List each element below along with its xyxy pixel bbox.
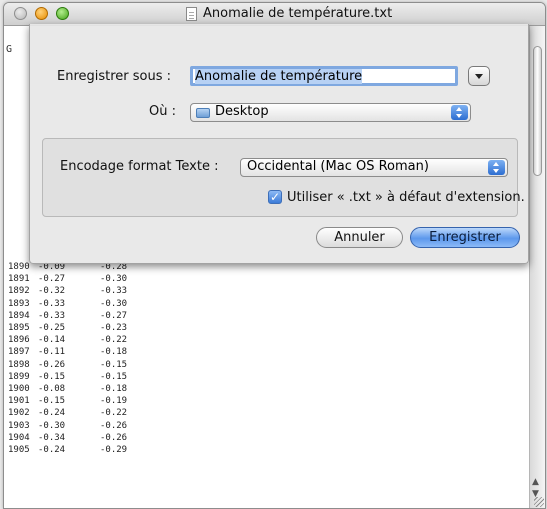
year-cell: 1905 bbox=[8, 445, 30, 455]
anomaly-cell: -0.26 bbox=[100, 432, 128, 443]
anomaly-cell: -0.15 bbox=[100, 371, 128, 382]
txt-extension-label: Utiliser « .txt » à défaut d'extension. bbox=[287, 190, 525, 205]
anomaly-cell: -0.14 bbox=[38, 335, 66, 346]
anomaly-cell: -0.08 bbox=[38, 384, 66, 394]
year-cell: 1898 bbox=[8, 359, 30, 370]
save-as-label: Enregistrer sous : bbox=[57, 69, 172, 84]
year-cell: 1902 bbox=[8, 408, 30, 419]
where-label: Où : bbox=[149, 104, 176, 119]
anomaly-cell: -0.32 bbox=[38, 286, 66, 297]
filename-field[interactable]: Anomalie de température bbox=[190, 66, 458, 86]
document-first-char: G bbox=[6, 44, 13, 55]
anomaly-cell: -0.24 bbox=[38, 408, 66, 419]
minimize-window-button[interactable] bbox=[35, 7, 48, 20]
anomaly-cell: -0.27 bbox=[38, 274, 66, 285]
anomaly-cell: -0.26 bbox=[100, 420, 128, 431]
window-title: Anomalie de température.txt bbox=[203, 6, 393, 21]
where-value: Desktop bbox=[215, 104, 269, 119]
folder-icon bbox=[196, 108, 210, 118]
vertical-scrollbar[interactable]: ▲ ▼ bbox=[529, 26, 545, 508]
cancel-button[interactable]: Annuler bbox=[316, 227, 403, 248]
year-cell: 1896 bbox=[8, 335, 30, 346]
scrollbar-thumb[interactable] bbox=[533, 46, 542, 176]
txt-extension-checkbox[interactable]: ✓ bbox=[268, 190, 282, 204]
year-cell: 1903 bbox=[8, 420, 30, 431]
filename-value: Anomalie de température bbox=[195, 69, 363, 84]
anomaly-cell: -0.11 bbox=[38, 347, 66, 358]
anomaly-cell: -0.15 bbox=[100, 359, 128, 370]
zoom-window-button[interactable] bbox=[56, 7, 69, 20]
close-window-button[interactable] bbox=[14, 7, 27, 20]
popup-stepper-icon bbox=[451, 105, 468, 120]
anomaly-cell: -0.34 bbox=[38, 432, 66, 443]
resize-grip-icon[interactable] bbox=[534, 497, 544, 507]
encoding-value: Occidental (Mac OS Roman) bbox=[247, 159, 429, 174]
popup-stepper-icon bbox=[488, 160, 505, 175]
anomaly-cell: -0.30 bbox=[100, 298, 128, 309]
anomaly-cell: -0.29 bbox=[100, 445, 128, 455]
anomaly-cell: -0.19 bbox=[100, 396, 128, 407]
year-cell: 1904 bbox=[8, 432, 30, 443]
expand-dialog-button[interactable] bbox=[468, 66, 490, 86]
year-cell: 1891 bbox=[8, 274, 30, 285]
document-icon bbox=[186, 7, 197, 21]
year-cell: 1895 bbox=[8, 323, 30, 333]
save-sheet: Enregistrer sous : Anomalie de températu… bbox=[29, 24, 529, 264]
anomaly-cell: -0.26 bbox=[38, 359, 66, 370]
anomaly-cell: -0.23 bbox=[100, 323, 128, 333]
anomaly-cell: -0.33 bbox=[38, 310, 66, 321]
year-cell: 1893 bbox=[8, 298, 30, 309]
year-cell: 1890 bbox=[8, 262, 30, 272]
title-bar[interactable]: Anomalie de température.txt bbox=[4, 3, 545, 26]
anomaly-cell: -0.30 bbox=[100, 274, 128, 285]
anomaly-cell: -0.22 bbox=[100, 408, 128, 419]
year-cell: 1897 bbox=[8, 347, 30, 358]
anomaly-cell: -0.30 bbox=[38, 420, 66, 431]
year-cell: 1899 bbox=[8, 371, 30, 382]
year-cell: 1900 bbox=[8, 384, 30, 394]
anomaly-cell: -0.24 bbox=[38, 445, 66, 455]
encoding-label: Encodage format Texte : bbox=[60, 159, 219, 174]
encoding-options-group: Encodage format Texte : Occidental (Mac … bbox=[42, 138, 525, 217]
anomaly-cell: -0.33 bbox=[100, 286, 128, 297]
anomaly-cell: -0.18 bbox=[100, 384, 128, 394]
year-cell: 1894 bbox=[8, 310, 30, 321]
year-cell: 1892 bbox=[8, 286, 30, 297]
save-button[interactable]: Enregistrer bbox=[410, 227, 520, 248]
anomaly-cell: -0.15 bbox=[38, 396, 66, 407]
scroll-up-arrow-icon[interactable]: ▲ bbox=[532, 477, 539, 487]
where-popup[interactable]: Desktop bbox=[190, 103, 471, 122]
anomaly-cell: -0.27 bbox=[100, 310, 128, 321]
encoding-popup[interactable]: Occidental (Mac OS Roman) bbox=[240, 158, 508, 177]
anomaly-cell: -0.25 bbox=[38, 323, 66, 333]
year-cell: 1901 bbox=[8, 396, 30, 407]
anomaly-cell: -0.18 bbox=[100, 347, 128, 358]
anomaly-cell: -0.22 bbox=[100, 335, 128, 346]
anomaly-cell: -0.33 bbox=[38, 298, 66, 309]
anomaly-cell: -0.15 bbox=[38, 371, 66, 382]
